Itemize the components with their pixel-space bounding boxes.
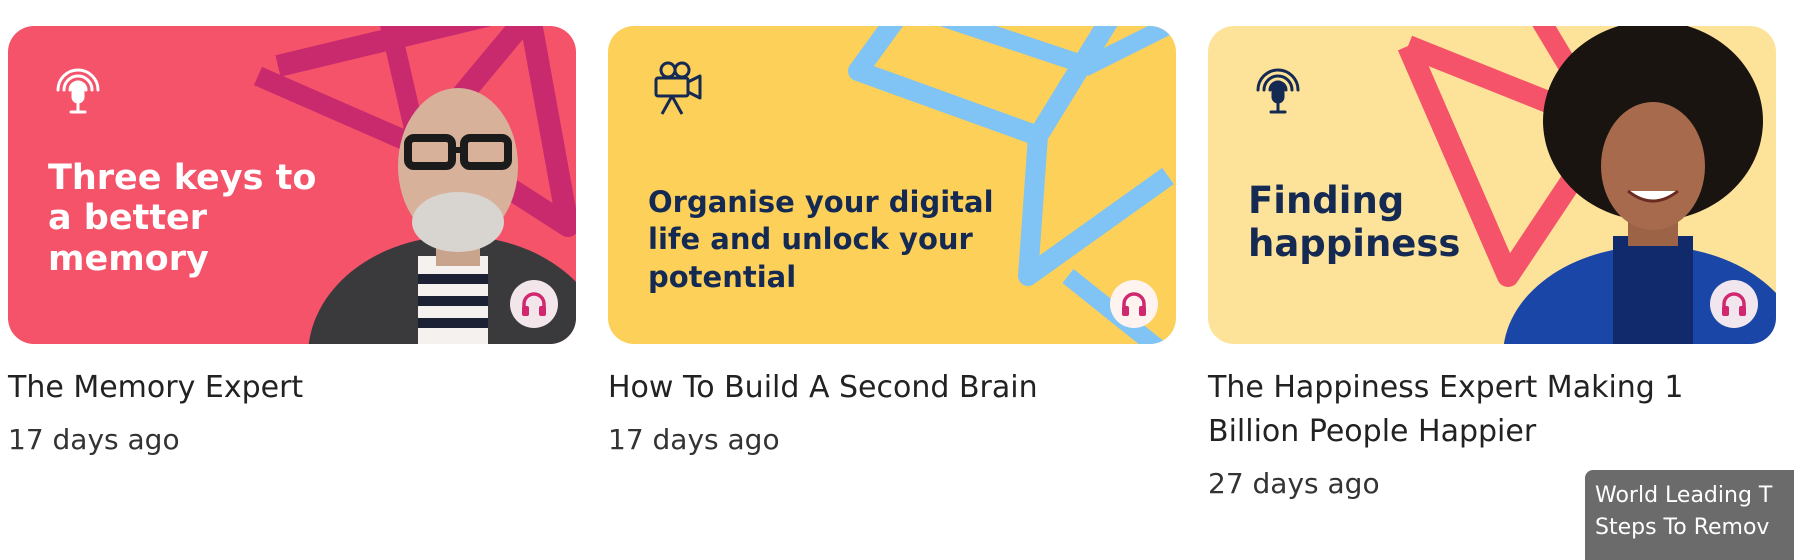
thumbnail-caption: Three keys to a better memory: [48, 158, 317, 279]
listen-button[interactable]: [510, 280, 558, 328]
episode-thumbnail[interactable]: Organise your digital life and unlock you…: [608, 26, 1176, 344]
episode-thumbnail[interactable]: Three keys to a better memory: [8, 26, 576, 344]
video-camera-icon: [654, 61, 702, 115]
listen-button[interactable]: [1710, 280, 1758, 328]
episode-age: 17 days ago: [608, 423, 780, 456]
podcast-mic-icon: [1256, 68, 1300, 114]
episode-thumbnail[interactable]: Finding happiness: [1208, 26, 1776, 344]
episode-title-tooltip: World Leading T Steps To Remov: [1585, 470, 1794, 560]
episode-card-memory-expert[interactable]: Three keys to a better memory The Memory E…: [8, 26, 576, 456]
episode-title[interactable]: The Memory Expert: [8, 366, 576, 410]
podcast-mic-icon: [56, 68, 100, 114]
episode-age: 17 days ago: [8, 423, 180, 456]
episode-title[interactable]: How To Build A Second Brain: [608, 366, 1176, 410]
episode-card-second-brain[interactable]: Organise your digital life and unlock you…: [608, 26, 1176, 456]
tooltip-line: Steps To Remov: [1595, 515, 1770, 540]
thumbnail-caption: Finding happiness: [1248, 179, 1461, 265]
episode-title[interactable]: The Happiness Expert Making 1 Billion Peo…: [1208, 366, 1776, 454]
headphones-icon: [1122, 292, 1146, 316]
listen-button[interactable]: [1110, 280, 1158, 328]
thumbnail-caption: Organise your digital life and unlock you…: [648, 185, 994, 294]
episode-card-happiness-expert[interactable]: Finding happiness The Happiness Expert Ma…: [1208, 26, 1776, 500]
headphones-icon: [522, 292, 546, 316]
tooltip-line: World Leading T: [1595, 483, 1773, 508]
headphones-icon: [1722, 292, 1746, 316]
